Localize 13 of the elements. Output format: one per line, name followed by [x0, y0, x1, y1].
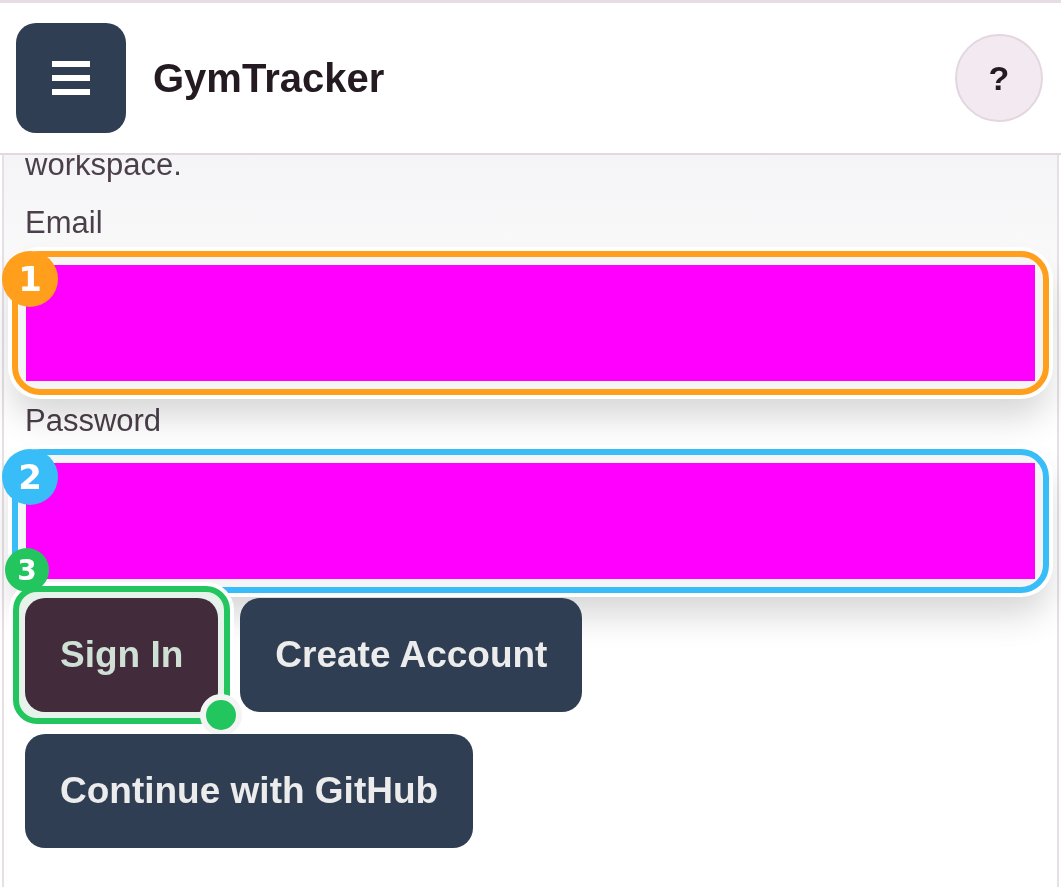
intro-text: workspace.: [25, 147, 183, 183]
field-label: Email: [25, 205, 103, 241]
field-label: Password: [25, 403, 162, 439]
step-marker: 3: [5, 548, 49, 592]
action-button[interactable]: Continue with GitHub: [25, 734, 474, 848]
action-button[interactable]: Create Account: [240, 598, 583, 712]
app-title: GymTracker: [153, 55, 386, 101]
menu-button[interactable]: [16, 23, 126, 133]
action-button[interactable]: Sign In: [25, 598, 219, 712]
step-marker: 2: [2, 449, 58, 505]
help-button[interactable]: ?: [955, 34, 1043, 122]
step-marker: 1: [2, 251, 58, 307]
menu-icon: [52, 61, 90, 95]
